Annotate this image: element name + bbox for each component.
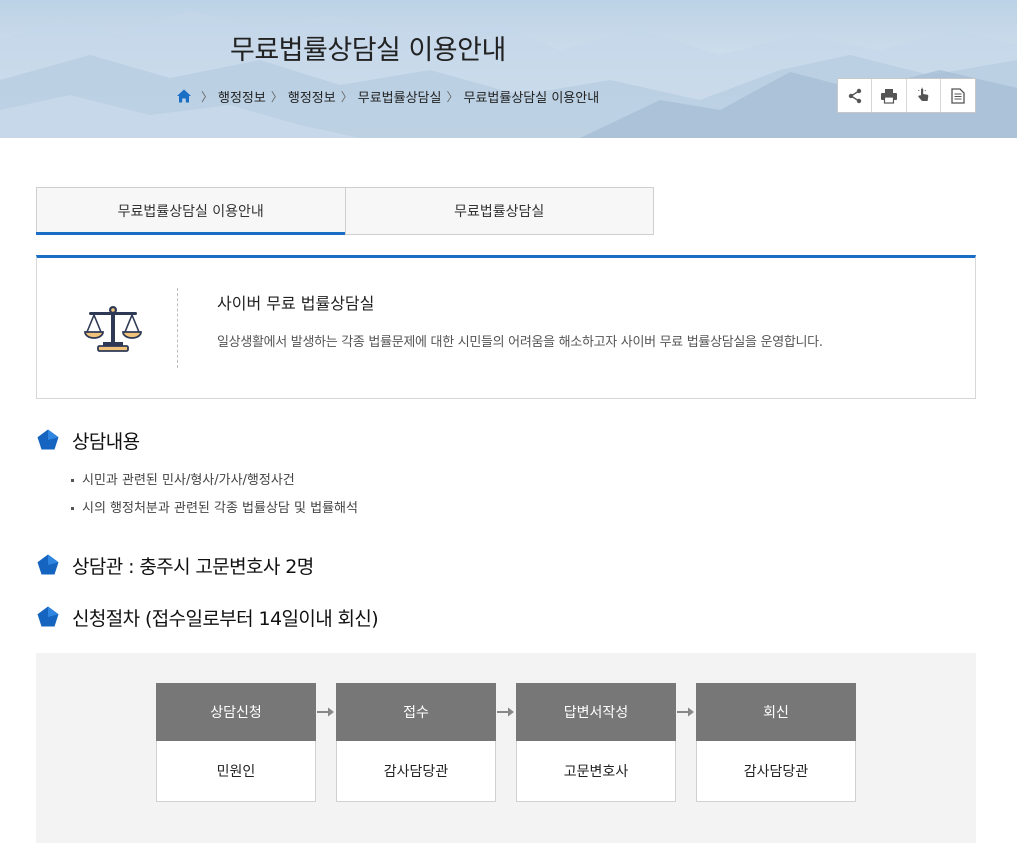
pentagon-bullet-icon: [36, 553, 60, 577]
breadcrumb-item-3[interactable]: 무료법률상담실: [358, 87, 442, 106]
breadcrumb: 〉 행정정보 〉 행정정보 〉 무료법률상담실 〉 무료법률상담실 이용안내: [176, 86, 599, 106]
scales-of-justice-icon: [84, 306, 142, 352]
page-tools: [837, 78, 976, 113]
arrow-right-icon: [317, 707, 334, 717]
process-step-receipt: 접수 감사담당관: [336, 683, 496, 802]
list-item: 시민과 관련된 민사/형사/가사/행정사건: [70, 470, 358, 498]
section-procedure: 신청절차 (접수일로부터 14일이내 회신): [36, 603, 379, 631]
process-step-apply: 상담신청 민원인: [156, 683, 316, 802]
step-actor: 감사담당관: [336, 741, 496, 802]
page-title: 무료법률상담실 이용안내: [230, 35, 506, 66]
intro-description: 일상생활에서 발생하는 각종 법률문제에 대한 시민들의 어려움을 해소하고자 …: [217, 335, 823, 350]
step-actor: 고문변호사: [516, 741, 676, 802]
print-button[interactable]: [872, 79, 907, 112]
arrow-right-icon: [677, 707, 694, 717]
breadcrumb-item-current[interactable]: 무료법률상담실 이용안내: [463, 87, 599, 106]
pentagon-bullet-icon: [36, 605, 60, 629]
breadcrumb-item-1[interactable]: 행정정보: [218, 87, 266, 106]
share-icon: [848, 88, 861, 103]
arrow-right-icon: [497, 707, 514, 717]
tab-bar: 무료법률상담실 이용안내 무료법률상담실: [36, 187, 654, 235]
section-heading: 상담관 : 충주시 고문변호사 2명: [72, 555, 314, 578]
chevron-right-icon: 〉: [340, 89, 353, 104]
home-icon[interactable]: [176, 88, 192, 104]
touch-button[interactable]: [907, 79, 941, 112]
pentagon-bullet-icon: [36, 428, 60, 452]
step-actor: 민원인: [156, 741, 316, 802]
chevron-right-icon: 〉: [270, 89, 283, 104]
header-banner: 무료법률상담실 이용안내 〉 행정정보 〉 행정정보 〉 무료법률상담실 〉 무…: [0, 0, 1017, 138]
share-button[interactable]: [838, 79, 873, 112]
section-heading: 신청절차 (접수일로부터 14일이내 회신): [72, 607, 379, 630]
tab-legal-counseling[interactable]: 무료법률상담실: [344, 188, 654, 234]
document-button[interactable]: [941, 79, 975, 112]
list-item: 시의 행정처분과 관련된 각종 법률상담 및 법률해석: [70, 498, 358, 526]
touch-icon: [918, 86, 929, 101]
intro-title: 사이버 무료 법률상담실: [217, 294, 375, 313]
intro-divider: [177, 288, 178, 368]
procedure-flow: 상담신청 민원인 접수 감사담당관 답변서작성 고문변호사 회신 감사담당관: [36, 653, 976, 843]
consult-content-list: 시민과 관련된 민사/형사/가사/행정사건 시의 행정처분과 관련된 각종 법률…: [70, 470, 358, 526]
intro-box: 사이버 무료 법률상담실 일상생활에서 발생하는 각종 법률문제에 대한 시민들…: [36, 255, 976, 399]
mountain-background: [0, 10, 1017, 138]
step-title: 상담신청: [156, 683, 316, 741]
process-step-reply: 회신 감사담당관: [696, 683, 856, 802]
step-title: 답변서작성: [516, 683, 676, 741]
section-consult-content: 상담내용: [36, 426, 140, 454]
chevron-right-icon: 〉: [201, 89, 214, 104]
print-icon: [880, 88, 897, 104]
chevron-right-icon: 〉: [446, 89, 459, 104]
section-heading: 상담내용: [72, 430, 140, 453]
tab-usage-guide[interactable]: 무료법률상담실 이용안내: [36, 188, 345, 235]
document-icon: [951, 87, 965, 104]
process-step-answer: 답변서작성 고문변호사: [516, 683, 676, 802]
breadcrumb-item-2[interactable]: 행정정보: [288, 87, 336, 106]
section-counselor: 상담관 : 충주시 고문변호사 2명: [36, 551, 314, 579]
step-actor: 감사담당관: [696, 741, 856, 802]
step-title: 회신: [696, 683, 856, 741]
step-title: 접수: [336, 683, 496, 741]
